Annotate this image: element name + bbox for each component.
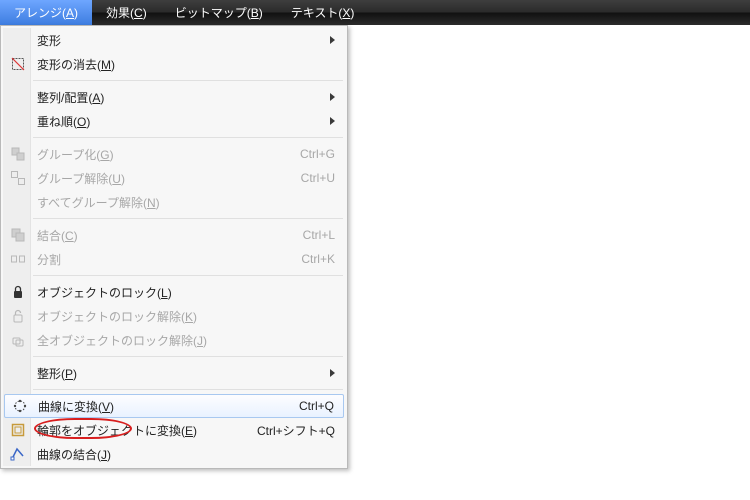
menu-separator xyxy=(33,389,343,390)
menu-item-join-curves[interactable]: 曲線の結合(J) xyxy=(3,442,345,466)
menubar-item-b[interactable]: ビットマップ(B) xyxy=(161,0,277,25)
menu-item-combine: 結合(C) Ctrl+L xyxy=(3,223,345,247)
menu-separator xyxy=(33,218,343,219)
menu-item-label: 全オブジェクトのロック解除(J) xyxy=(37,332,335,349)
menu-item-ungroup-all: すべてグループ解除(N) xyxy=(3,190,345,214)
menu-item-label: 曲線の結合(J) xyxy=(37,446,335,463)
menu-item-to-curves[interactable]: 曲線に変換(V) Ctrl+Q xyxy=(4,394,344,418)
menu-item-label: 変形の消去(M) xyxy=(37,56,335,73)
submenu-arrow-icon xyxy=(330,93,335,101)
menu-item-label: 分割 xyxy=(37,251,285,268)
submenu-arrow-icon xyxy=(330,117,335,125)
menu-item-label: グループ化(G) xyxy=(37,146,284,163)
outline-object-icon xyxy=(9,421,27,439)
menu-item-label: 変形 xyxy=(37,32,330,49)
menu-item-break: 分割 Ctrl+K xyxy=(3,247,345,271)
lock-icon xyxy=(9,283,27,301)
menu-item-label: グループ解除(U) xyxy=(37,170,285,187)
menu-item-align[interactable]: 整列/配置(A) xyxy=(3,85,345,109)
menubar-item-c[interactable]: 効果(C) xyxy=(92,0,161,25)
menu-item-shortcut: Ctrl+U xyxy=(301,171,335,185)
menu-separator xyxy=(33,356,343,357)
menu-item-shortcut: Ctrl+G xyxy=(300,147,335,161)
menu-item-transform[interactable]: 変形 xyxy=(3,28,345,52)
menu-item-shortcut: Ctrl+L xyxy=(303,228,335,242)
menu-separator xyxy=(33,80,343,81)
menu-item-shortcut: Ctrl+シフト+Q xyxy=(257,422,335,439)
menu-item-unlock: オブジェクトのロック解除(K) xyxy=(3,304,345,328)
menu-item-group: グループ化(G) Ctrl+G xyxy=(3,142,345,166)
menu-separator xyxy=(33,275,343,276)
submenu-arrow-icon xyxy=(330,36,335,44)
menu-item-outline-to-object[interactable]: 輪郭をオブジェクトに変換(E) Ctrl+シフト+Q xyxy=(3,418,345,442)
menubar: アレンジ(A)効果(C)ビットマップ(B)テキスト(X) xyxy=(0,0,750,25)
menu-item-shaping[interactable]: 整形(P) xyxy=(3,361,345,385)
menu-item-shortcut: Ctrl+Q xyxy=(299,399,334,413)
menubar-item-a[interactable]: アレンジ(A) xyxy=(0,0,92,25)
menu-item-clear-transform[interactable]: 変形の消去(M) xyxy=(3,52,345,76)
menu-item-label: 曲線に変換(V) xyxy=(38,398,283,415)
menu-item-label: 整形(P) xyxy=(37,365,330,382)
menu-item-lock[interactable]: オブジェクトのロック(L) xyxy=(3,280,345,304)
arrange-menu: 変形変形の消去(M)整列/配置(A)重ね順(O)グループ化(G)Ctrl+Gグル… xyxy=(0,25,348,469)
menu-item-unlock-all: 全オブジェクトのロック解除(J) xyxy=(3,328,345,352)
combine-icon xyxy=(9,226,27,244)
menubar-item-x[interactable]: テキスト(X) xyxy=(277,0,369,25)
break-icon xyxy=(9,250,27,268)
submenu-arrow-icon xyxy=(330,369,335,377)
menu-item-order[interactable]: 重ね順(O) xyxy=(3,109,345,133)
menu-item-label: オブジェクトのロック(L) xyxy=(37,284,335,301)
unlock-all-icon xyxy=(9,331,27,349)
unlock-icon xyxy=(9,307,27,325)
clear-transform-icon xyxy=(9,55,27,73)
menu-item-ungroup: グループ解除(U) Ctrl+U xyxy=(3,166,345,190)
menu-item-label: 整列/配置(A) xyxy=(37,89,330,106)
ungroup-icon xyxy=(9,169,27,187)
menu-item-label: すべてグループ解除(N) xyxy=(37,194,335,211)
menu-item-label: 輪郭をオブジェクトに変換(E) xyxy=(37,422,241,439)
to-curves-icon xyxy=(11,397,29,415)
menu-separator xyxy=(33,137,343,138)
menu-item-label: 重ね順(O) xyxy=(37,113,330,130)
join-curves-icon xyxy=(9,445,27,463)
menu-item-shortcut: Ctrl+K xyxy=(301,252,335,266)
menu-item-label: オブジェクトのロック解除(K) xyxy=(37,308,335,325)
menu-item-label: 結合(C) xyxy=(37,227,287,244)
group-icon xyxy=(9,145,27,163)
